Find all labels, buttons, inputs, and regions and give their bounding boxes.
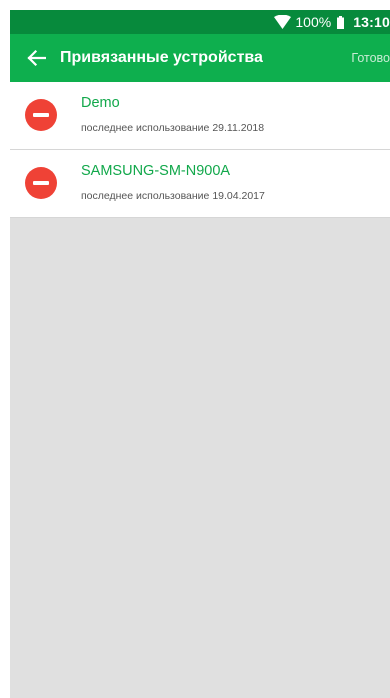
device-last-used: последнее использование 19.04.2017 — [81, 190, 265, 202]
device-list: Demo последнее использование 29.11.2018 … — [10, 82, 390, 218]
last-used-date: 19.04.2017 — [212, 190, 265, 202]
remove-device-button[interactable] — [25, 99, 57, 131]
minus-icon — [33, 181, 49, 185]
app-screen: 100% 13:10 Привязанные устройства Готово… — [10, 10, 390, 698]
wifi-icon — [274, 15, 292, 29]
page-title: Привязанные устройства — [60, 49, 263, 66]
battery-percent: 100% — [295, 14, 332, 30]
status-bar: 100% 13:10 — [10, 10, 390, 34]
device-name: SAMSUNG-SM-N900A — [81, 163, 231, 179]
device-last-used: последнее использование 29.11.2018 — [81, 122, 264, 134]
list-item[interactable]: SAMSUNG-SM-N900A последнее использование… — [10, 150, 390, 218]
battery-icon — [337, 15, 345, 29]
list-item[interactable]: Demo последнее использование 29.11.2018 — [10, 82, 390, 150]
app-bar: Привязанные устройства Готово — [10, 34, 390, 82]
last-used-label: последнее использование — [81, 190, 210, 202]
device-name: Demo — [81, 95, 120, 111]
remove-device-button[interactable] — [25, 167, 57, 199]
last-used-date: 29.11.2018 — [212, 122, 265, 134]
arrow-left-icon[interactable] — [26, 48, 46, 68]
last-used-label: последнее использование — [81, 122, 210, 134]
minus-icon — [33, 113, 49, 117]
done-button[interactable]: Готово — [351, 51, 390, 65]
status-time: 13:10 — [353, 14, 390, 30]
